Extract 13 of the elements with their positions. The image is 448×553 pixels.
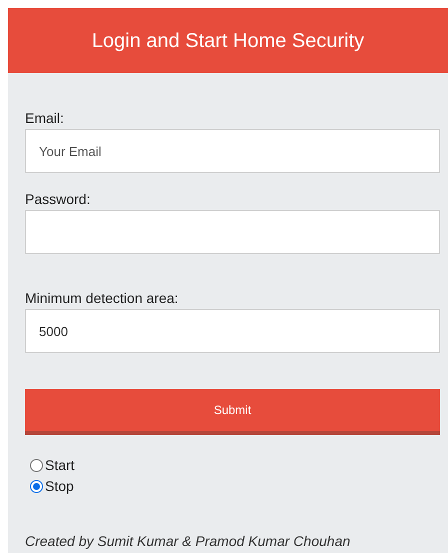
submit-button[interactable]: Submit [25,389,440,435]
input-field[interactable] [25,210,440,254]
header-title: Login and Start Home Security [92,28,364,54]
input-field[interactable]: Your Email [25,129,440,173]
radio-icon[interactable] [30,480,43,493]
footer-credit: Created by Sumit Kumar & Pramod Kumar Chouhan [25,532,350,551]
field-label: Minimum detection area: [25,289,178,307]
radio-option[interactable]: Stop [30,476,74,497]
field-label: Email: [25,109,64,127]
field-label: Password: [25,190,90,208]
input-field[interactable]: 5000 [25,309,440,353]
radio-option[interactable]: Start [30,455,75,476]
radio-icon[interactable] [30,459,43,472]
